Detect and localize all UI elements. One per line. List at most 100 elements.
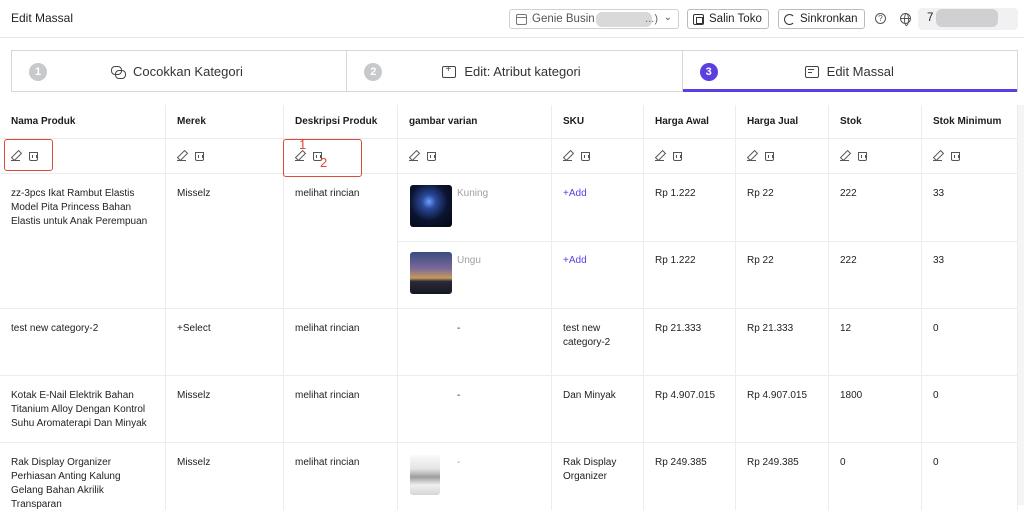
copy-store-button[interactable]: Salin Toko <box>687 9 769 29</box>
sync-label: Sinkronkan <box>800 13 858 25</box>
product-name[interactable]: test new category-2 <box>0 309 166 375</box>
sync-icon <box>784 13 795 25</box>
brand-select-link[interactable]: +Select <box>166 309 284 375</box>
table-row: zz-3pcs Ikat Rambut Elastis Model Pita P… <box>0 174 1024 309</box>
edit-icon[interactable] <box>177 151 187 161</box>
description-link[interactable]: melihat rincian <box>284 376 398 442</box>
step-label: Edit: Atribut kategori <box>464 64 581 79</box>
price-value[interactable]: Rp 249.385 <box>644 443 736 510</box>
help-icon[interactable]: ? <box>875 13 886 24</box>
step-label: Cocokkan Kategori <box>133 64 243 79</box>
copy-store-label: Salin Toko <box>709 13 762 25</box>
sync-button[interactable]: Sinkronkan <box>778 9 865 29</box>
variant-label: Kuning <box>457 188 489 199</box>
column-header-sale-price: Harga Jual <box>736 105 829 138</box>
min-stock-value[interactable]: 33 <box>933 187 1017 201</box>
stock-value[interactable]: 222 <box>840 254 857 268</box>
min-stock-value[interactable]: 0 <box>922 309 1018 375</box>
edit-icon[interactable] <box>840 151 850 161</box>
sku-value[interactable]: test new category-2 <box>552 309 644 375</box>
sale-price-value[interactable]: Rp 249.385 <box>736 443 829 510</box>
description-link[interactable]: melihat rincian <box>284 443 398 510</box>
description-link[interactable]: melihat rincian <box>284 309 398 375</box>
variant-image-empty: - <box>398 376 552 442</box>
page-title: Edit Massal <box>11 11 74 25</box>
step-number: 2 <box>364 63 383 81</box>
variant-image-empty: - <box>457 457 461 468</box>
price-value[interactable]: Rp 4.907.015 <box>644 376 736 442</box>
clear-icon[interactable] <box>195 151 204 161</box>
store-select-suffix: ...) <box>645 13 658 25</box>
price-value[interactable]: Rp 21.333 <box>644 309 736 375</box>
globe-icon[interactable] <box>900 13 911 26</box>
step-match-category[interactable]: 1 Cocokkan Kategori <box>12 51 348 91</box>
edit-icon[interactable] <box>563 151 573 161</box>
variant-divider <box>398 241 1020 242</box>
clear-icon[interactable] <box>951 151 960 161</box>
table-row: Kotak E-Nail Elektrik Bahan Titanium All… <box>0 376 1024 443</box>
product-name[interactable]: Kotak E-Nail Elektrik Bahan Titanium All… <box>0 376 166 442</box>
chevron-down-icon: ⌄ <box>663 12 672 23</box>
edit-icon[interactable] <box>747 151 757 161</box>
blurred-region <box>596 12 652 27</box>
top-bar: Edit Massal Genie Busin ...) ⌄ Salin Tok… <box>0 0 1024 38</box>
column-header-stock: Stok <box>829 105 922 138</box>
stock-value[interactable]: 1800 <box>829 376 922 442</box>
add-sku-link[interactable]: +Add <box>563 254 587 268</box>
sku-value[interactable]: Rak Display Organizer <box>552 443 644 510</box>
variant-label: Ungu <box>457 255 481 266</box>
product-brand[interactable]: Misselz <box>166 443 284 510</box>
annotation-number: 2 <box>320 155 328 170</box>
clear-icon[interactable] <box>673 151 682 161</box>
sale-price-value[interactable]: Rp 22 <box>747 254 774 268</box>
column-header-brand: Merek <box>166 105 284 138</box>
step-edit-attributes[interactable]: 2 Edit: Atribut kategori <box>347 51 683 91</box>
table-row: test new category-2 +Select melihat rinc… <box>0 309 1024 376</box>
product-name[interactable]: zz-3pcs Ikat Rambut Elastis Model Pita P… <box>0 174 166 308</box>
clear-icon[interactable] <box>581 151 590 161</box>
bulk-action-row <box>0 139 1024 174</box>
edit-icon[interactable] <box>933 151 943 161</box>
mass-edit-icon <box>804 65 819 78</box>
step-mass-edit[interactable]: 3 Edit Massal <box>682 51 1018 92</box>
annotation-box <box>4 139 53 171</box>
price-value[interactable]: Rp 1.222 <box>655 254 696 268</box>
add-attribute-icon <box>442 64 457 78</box>
min-stock-value[interactable]: 0 <box>922 376 1018 442</box>
min-stock-value[interactable]: 0 <box>922 443 1018 510</box>
add-sku-link[interactable]: +Add <box>563 187 643 201</box>
clear-icon[interactable] <box>765 151 774 161</box>
price-value[interactable]: Rp 1.222 <box>655 187 735 201</box>
product-name[interactable]: Rak Display Organizer Perhiasan Anting K… <box>0 443 166 510</box>
product-brand[interactable]: Misselz <box>166 376 284 442</box>
account-label: 7 <box>927 12 934 24</box>
column-header-variant-image: gambar varian <box>398 105 552 138</box>
clear-icon[interactable] <box>427 151 436 161</box>
account-menu[interactable]: 7 <box>918 8 1018 30</box>
copy-icon <box>693 13 704 25</box>
edit-icon[interactable] <box>655 151 665 161</box>
variant-image <box>410 455 440 495</box>
edit-icon[interactable] <box>409 151 419 161</box>
product-brand[interactable]: Misselz <box>166 174 284 308</box>
sale-price-value[interactable]: Rp 22 <box>747 187 828 201</box>
stock-value[interactable]: 222 <box>840 187 921 201</box>
step-number: 1 <box>29 63 47 81</box>
calendar-icon <box>516 13 527 25</box>
stock-value[interactable]: 12 <box>829 309 922 375</box>
sku-value[interactable]: Dan Minyak <box>552 376 644 442</box>
min-stock-value[interactable]: 33 <box>933 254 944 268</box>
vertical-scrollbar[interactable] <box>1018 105 1024 505</box>
column-header-description: Deskripsi Produk <box>284 105 398 138</box>
stock-value[interactable]: 0 <box>829 443 922 510</box>
sale-price-value[interactable]: Rp 4.907.015 <box>736 376 829 442</box>
variant-image <box>410 252 452 294</box>
annotation-number: 1 <box>299 137 307 152</box>
variant-image <box>410 185 452 227</box>
store-select[interactable]: Genie Busin ...) ⌄ <box>509 9 679 29</box>
description-link[interactable]: melihat rincian <box>284 174 398 308</box>
table-row: Rak Display Organizer Perhiasan Anting K… <box>0 443 1024 510</box>
step-label: Edit Massal <box>826 64 894 79</box>
clear-icon[interactable] <box>858 151 867 161</box>
sale-price-value[interactable]: Rp 21.333 <box>736 309 829 375</box>
